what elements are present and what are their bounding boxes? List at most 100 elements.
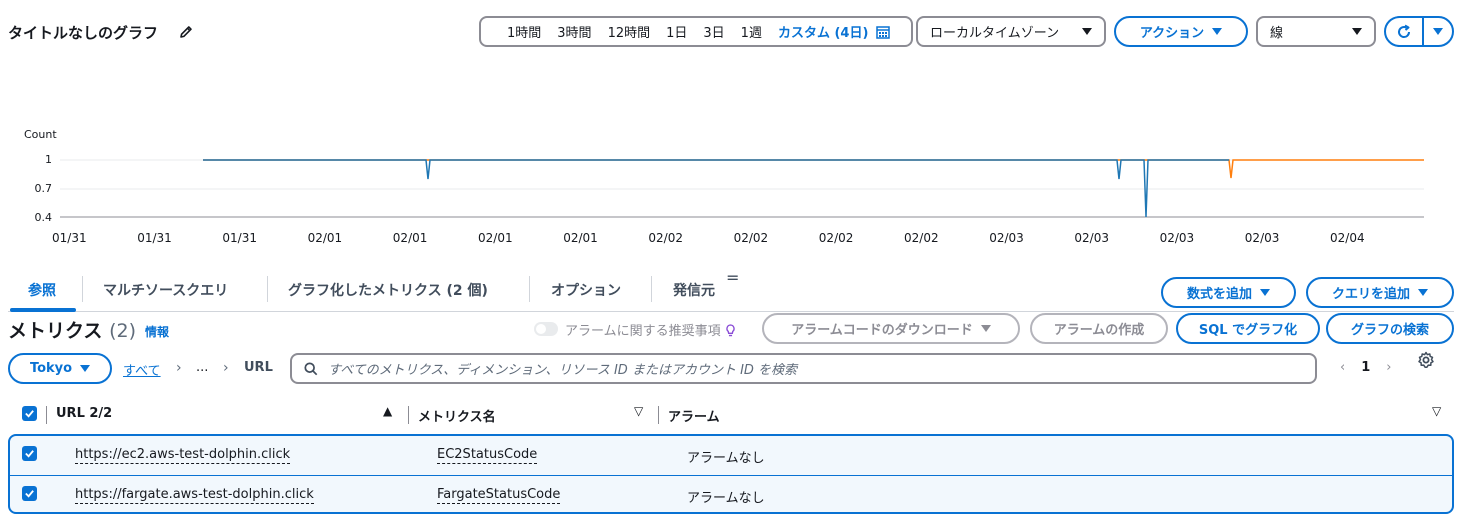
- edit-pencil-icon[interactable]: [178, 24, 194, 40]
- settings-gear-icon[interactable]: [1417, 351, 1435, 369]
- column-divider: [46, 406, 47, 424]
- metrics-line-chart: [60, 159, 1424, 218]
- current-page[interactable]: 1: [1361, 360, 1370, 375]
- time-range-selector: 1時間 3時間 12時間 1日 3日 1週 カスタム (4日): [479, 16, 913, 47]
- sort-icon[interactable]: ▽: [1432, 404, 1441, 418]
- x-tick-label: 02/02: [904, 231, 939, 245]
- row-metric-name[interactable]: FargateStatusCode: [437, 487, 561, 504]
- table-header: URL 2/2 ▲ メトリクス名 ▽ アラーム ▽: [8, 400, 1454, 430]
- x-tick-label: 02/04: [1330, 231, 1365, 245]
- x-tick-label: 01/31: [52, 231, 87, 245]
- table-row[interactable]: https://ec2.aws-test-dolphin.click EC2St…: [10, 436, 1452, 474]
- tab-options[interactable]: オプション: [551, 280, 621, 300]
- range-1h[interactable]: 1時間: [507, 22, 541, 41]
- row-alarm: アラームなし: [687, 491, 765, 506]
- download-alarm-code-label: アラームコードのダウンロード: [791, 323, 973, 338]
- x-tick-label: 02/01: [392, 231, 428, 245]
- graph-with-sql-label: SQL でグラフ化: [1198, 323, 1298, 338]
- pagination: ‹ 1 ›: [1340, 360, 1391, 375]
- check-icon: [25, 450, 34, 458]
- x-tick-label: 02/03: [1244, 231, 1280, 245]
- graph-type-value: 線: [1270, 26, 1284, 41]
- row-url[interactable]: https://ec2.aws-test-dolphin.click: [75, 447, 291, 464]
- range-1w[interactable]: 1週: [741, 22, 762, 41]
- search-icon: [304, 361, 318, 375]
- tab-multi-source-query[interactable]: マルチソースクエリ: [103, 280, 228, 300]
- chart-gridlines: [60, 159, 1424, 218]
- tab-graphed-metrics[interactable]: グラフ化したメトリクス (2 個): [288, 280, 488, 300]
- tab-overflow-icon[interactable]: =: [726, 268, 739, 287]
- caret-down-icon: [1260, 289, 1270, 296]
- active-tab-indicator: [10, 308, 76, 312]
- x-tick-label: 02/02: [648, 231, 683, 245]
- prev-page-icon[interactable]: ‹: [1340, 360, 1345, 375]
- sort-icon[interactable]: ▽: [634, 404, 643, 418]
- column-header-url[interactable]: URL 2/2: [56, 406, 112, 421]
- add-math-label: 数式を追加: [1186, 287, 1252, 302]
- chevron-right-icon: ›: [223, 360, 229, 376]
- metrics-heading: メトリクス (2): [8, 316, 136, 343]
- check-icon: [25, 490, 34, 498]
- refresh-button[interactable]: [1384, 16, 1424, 47]
- graph-type-select[interactable]: 線: [1256, 16, 1376, 47]
- row-checkbox[interactable]: [22, 486, 37, 501]
- x-tick-label: 02/01: [478, 231, 513, 245]
- metrics-count: (2): [109, 320, 136, 342]
- select-all-checkbox[interactable]: [22, 406, 37, 421]
- graph-with-sql-button[interactable]: SQL でグラフ化: [1176, 313, 1320, 344]
- caret-down-icon: [80, 365, 91, 372]
- info-link[interactable]: 情報: [145, 323, 169, 340]
- x-tick-label: 02/03: [989, 231, 1024, 245]
- tab-divider: [651, 276, 652, 302]
- x-tick-label: 02/03: [1159, 231, 1195, 245]
- x-tick-label: 02/03: [1074, 231, 1109, 245]
- breadcrumb-all[interactable]: すべて: [123, 360, 161, 379]
- metrics-title: メトリクス: [8, 320, 103, 342]
- alarm-recommendations-label: アラームに関する推奨事項: [565, 320, 736, 339]
- timezone-select[interactable]: ローカルタイムゾーン: [916, 16, 1106, 47]
- column-header-alarm[interactable]: アラーム: [668, 406, 720, 425]
- range-custom[interactable]: カスタム (4日): [778, 22, 868, 41]
- next-page-icon[interactable]: ›: [1386, 360, 1391, 375]
- caret-down-icon: [1082, 28, 1092, 35]
- add-math-button[interactable]: 数式を追加: [1161, 277, 1296, 308]
- table-row[interactable]: https://fargate.aws-test-dolphin.click F…: [10, 475, 1452, 512]
- alarm-recommendations-toggle[interactable]: [534, 322, 558, 336]
- chart-y-axis-label: Count: [24, 128, 57, 141]
- column-header-metric-name[interactable]: メトリクス名: [418, 406, 496, 425]
- add-query-label: クエリを追加: [1331, 287, 1410, 302]
- breadcrumb-ellipsis[interactable]: ...: [196, 360, 208, 375]
- range-3d[interactable]: 3日: [703, 22, 724, 41]
- calendar-icon[interactable]: [876, 25, 891, 39]
- row-url[interactable]: https://fargate.aws-test-dolphin.click: [75, 487, 314, 504]
- row-checkbox[interactable]: [22, 446, 37, 461]
- tab-source[interactable]: 発信元: [673, 280, 715, 300]
- x-tick-label: 02/02: [818, 231, 854, 245]
- range-3h[interactable]: 3時間: [557, 22, 591, 41]
- column-divider: [408, 406, 409, 424]
- region-select[interactable]: Tokyo: [8, 353, 112, 384]
- check-icon: [25, 410, 34, 418]
- range-1d[interactable]: 1日: [666, 22, 687, 41]
- refresh-icon: [1398, 24, 1411, 38]
- add-query-button[interactable]: クエリを追加: [1306, 277, 1454, 308]
- x-tick-label: 01/31: [137, 231, 172, 245]
- search-graphs-button[interactable]: グラフの検索: [1326, 313, 1454, 344]
- actions-label: アクション: [1139, 26, 1205, 41]
- x-tick-label: 02/02: [733, 231, 769, 245]
- caret-down-icon: [1212, 28, 1223, 35]
- row-metric-name[interactable]: EC2StatusCode: [437, 447, 538, 464]
- graph-title: タイトルなしのグラフ: [8, 24, 159, 42]
- range-12h[interactable]: 12時間: [608, 22, 651, 41]
- sort-ascending-icon[interactable]: ▲: [383, 404, 392, 418]
- create-alarm-button[interactable]: アラームの作成: [1030, 313, 1168, 344]
- tab-browse[interactable]: 参照: [28, 280, 56, 300]
- lightbulb-icon: [726, 324, 735, 337]
- refresh-options-button[interactable]: [1422, 16, 1454, 47]
- metrics-search-input[interactable]: すべてのメトリクス、ディメンション、リソース ID またはアカウント ID を検…: [290, 353, 1317, 384]
- actions-button[interactable]: アクション: [1114, 16, 1248, 47]
- tab-divider: [267, 276, 268, 302]
- timezone-value: ローカルタイムゾーン: [930, 26, 1060, 41]
- caret-down-icon: [1418, 289, 1428, 296]
- download-alarm-code-button[interactable]: アラームコードのダウンロード: [762, 313, 1020, 344]
